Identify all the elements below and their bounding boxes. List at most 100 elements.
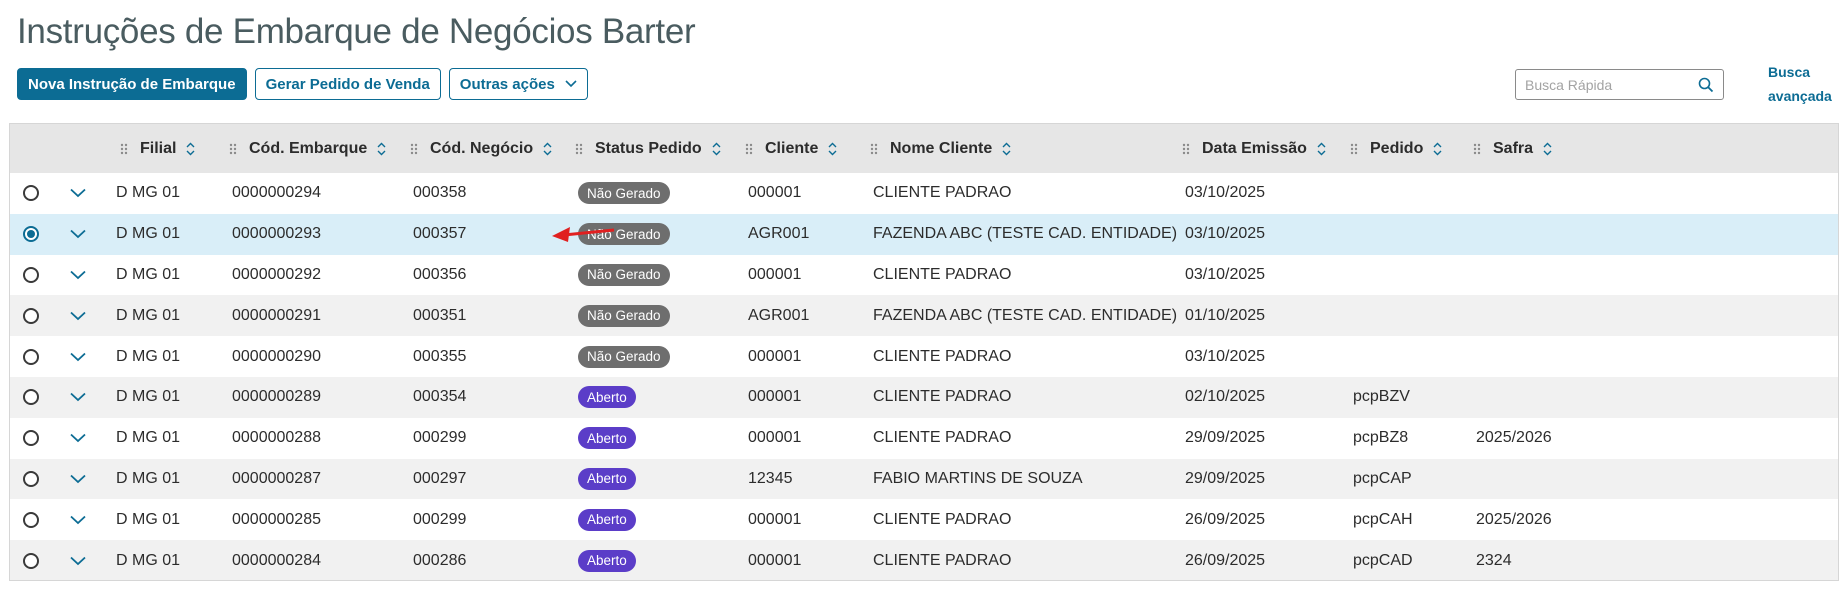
drag-handle-icon[interactable]: [410, 143, 418, 155]
row-select-radio[interactable]: [23, 552, 39, 569]
drag-handle-icon[interactable]: [870, 143, 878, 155]
column-header-label: Cliente: [765, 139, 819, 157]
cell-cod-negocio: 000299: [413, 510, 467, 528]
drag-handle-icon[interactable]: [1473, 143, 1481, 155]
table-row[interactable]: D MG 01 0000000288 000299 Aberto 000001 CLIEN…: [10, 418, 1838, 459]
chevron-down-icon: [565, 80, 577, 88]
row-select-cell: [23, 173, 39, 214]
sort-icon[interactable]: [377, 142, 386, 156]
column-header[interactable]: Status Pedido: [575, 124, 721, 173]
row-select-radio[interactable]: [23, 348, 39, 365]
drag-handle-icon[interactable]: [1182, 143, 1190, 155]
sort-icon[interactable]: [1543, 142, 1552, 156]
table-row[interactable]: D MG 01 0000000284 000286 Aberto 000001 CLIEN…: [10, 540, 1838, 580]
column-header-label: Nome Cliente: [890, 139, 993, 157]
row-select-radio[interactable]: [23, 226, 39, 243]
cell-cliente: 000001: [748, 265, 802, 283]
table-row[interactable]: D MG 01 0000000285 000299 Aberto 000001 CLIEN…: [10, 499, 1838, 540]
cell-nome-cliente: FAZENDA ABC (TESTE CAD. ENTIDADE): [873, 306, 1178, 324]
column-header[interactable]: Cód. Negócio: [410, 124, 552, 173]
chevron-down-icon[interactable]: [70, 188, 86, 198]
table-row[interactable]: D MG 01 0000000289 000354 Aberto 000001 CLIEN…: [10, 376, 1838, 418]
quick-search-input[interactable]: [1516, 70, 1686, 99]
column-header[interactable]: Cód. Embarque: [229, 124, 386, 173]
cell-filial: D MG 01: [116, 469, 181, 487]
sort-icon[interactable]: [1433, 142, 1442, 156]
row-select-radio[interactable]: [23, 511, 39, 528]
cell-safra: 2025/2026: [1476, 510, 1552, 528]
chevron-down-icon[interactable]: [70, 474, 86, 484]
cell-pedido: pcpCAD: [1353, 551, 1413, 569]
cell-nome-cliente: CLIENTE PADRAO: [873, 551, 1012, 569]
table-row[interactable]: D MG 01 0000000290 000355 Não Gerado 000001 C…: [10, 336, 1838, 377]
cell-filial: D MG 01: [116, 388, 181, 406]
row-select-radio[interactable]: [23, 389, 39, 406]
column-header[interactable]: Nome Cliente: [870, 124, 1011, 173]
status-cell: Aberto: [578, 418, 636, 459]
cell-filial: D MG 01: [116, 184, 181, 202]
cell-cod-embarque: 0000000284: [232, 551, 321, 569]
page-title: Instruções de Embarque de Negócios Barte…: [17, 12, 696, 51]
chevron-down-icon[interactable]: [70, 433, 86, 443]
sort-icon[interactable]: [712, 142, 721, 156]
column-header[interactable]: Cliente: [745, 124, 837, 173]
advanced-search-link[interactable]: Busca avançada: [1768, 60, 1838, 108]
cell-cod-embarque: 0000000289: [232, 388, 321, 406]
chevron-down-icon[interactable]: [70, 352, 86, 362]
drag-handle-icon[interactable]: [1350, 143, 1358, 155]
chevron-down-icon[interactable]: [70, 270, 86, 280]
column-header[interactable]: Safra: [1473, 124, 1552, 173]
cell-cod-negocio: 000356: [413, 265, 467, 283]
new-shipping-instruction-button[interactable]: Nova Instrução de Embarque: [17, 68, 247, 100]
sort-icon[interactable]: [1317, 142, 1326, 156]
drag-handle-icon[interactable]: [120, 143, 128, 155]
drag-handle-icon[interactable]: [745, 143, 753, 155]
red-arrow-icon: [550, 222, 616, 249]
column-header-label: Pedido: [1370, 139, 1424, 157]
cell-filial: D MG 01: [116, 306, 181, 324]
sort-icon[interactable]: [1002, 142, 1011, 156]
table-row[interactable]: D MG 01 0000000287 000297 Aberto 12345 FABIO …: [10, 458, 1838, 500]
cell-filial: D MG 01: [116, 510, 181, 528]
chevron-down-icon[interactable]: [70, 229, 86, 239]
sort-icon[interactable]: [543, 142, 552, 156]
more-actions-button[interactable]: Outras ações: [448, 68, 588, 100]
row-select-radio[interactable]: [23, 430, 39, 447]
column-header[interactable]: Filial: [120, 124, 195, 173]
row-expand-cell: [70, 255, 86, 296]
drag-handle-icon[interactable]: [229, 143, 237, 155]
status-badge: Aberto: [578, 508, 636, 531]
row-select-cell: [23, 336, 39, 377]
row-select-radio[interactable]: [23, 470, 39, 487]
table-row[interactable]: D MG 01 0000000291 000351 Não Gerado AGR001 F…: [10, 295, 1838, 337]
chevron-down-icon[interactable]: [70, 392, 86, 402]
drag-handle-icon[interactable]: [575, 143, 583, 155]
column-header[interactable]: Data Emissão: [1182, 124, 1326, 173]
row-select-radio[interactable]: [23, 266, 39, 283]
cell-data-emissao: 02/10/2025: [1185, 388, 1266, 406]
sort-icon[interactable]: [186, 142, 195, 156]
table-row[interactable]: D MG 01 0000000292 000356 Não Gerado 000001 C…: [10, 255, 1838, 296]
row-select-cell: [23, 377, 39, 418]
column-header[interactable]: Pedido: [1350, 124, 1442, 173]
cell-nome-cliente: CLIENTE PADRAO: [873, 429, 1012, 447]
cell-cliente: 000001: [748, 429, 802, 447]
cell-nome-cliente: CLIENTE PADRAO: [873, 347, 1012, 365]
sort-icon[interactable]: [828, 142, 837, 156]
cell-nome-cliente: CLIENTE PADRAO: [873, 265, 1012, 283]
cell-cod-negocio: 000351: [413, 306, 467, 324]
chevron-down-icon[interactable]: [70, 556, 86, 566]
chevron-down-icon[interactable]: [70, 515, 86, 525]
table-row[interactable]: D MG 01 0000000294 000358 Não Gerado 000001 C…: [10, 173, 1838, 214]
table-row[interactable]: D MG 01 0000000293 000357 Não Gerado AGR001 F…: [10, 213, 1838, 255]
cell-filial: D MG 01: [116, 551, 181, 569]
row-select-radio[interactable]: [23, 307, 39, 324]
search-icon[interactable]: [1698, 77, 1714, 93]
row-expand-cell: [70, 295, 86, 336]
row-select-radio[interactable]: [23, 185, 39, 202]
generate-sales-order-button[interactable]: Gerar Pedido de Venda: [254, 68, 441, 100]
cell-data-emissao: 03/10/2025: [1185, 225, 1266, 243]
status-cell: Não Gerado: [578, 255, 670, 296]
chevron-down-icon[interactable]: [70, 311, 86, 321]
cell-filial: D MG 01: [116, 347, 181, 365]
